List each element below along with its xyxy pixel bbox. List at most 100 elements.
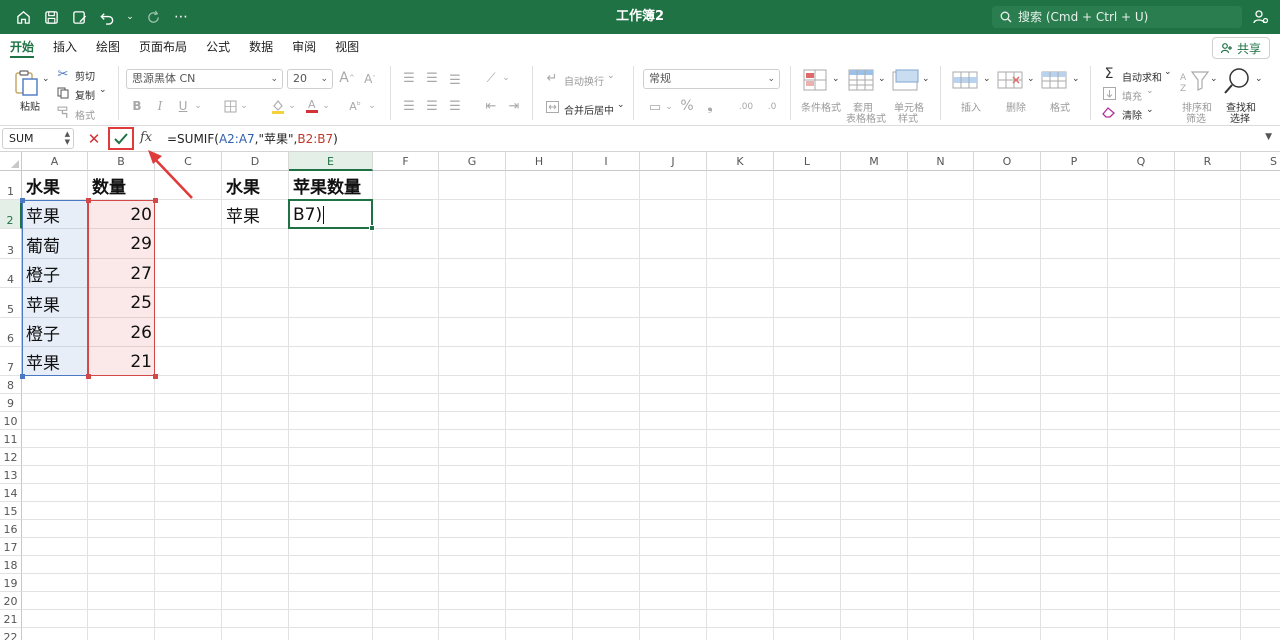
- underline-icon[interactable]: U: [176, 98, 190, 114]
- phonetic-icon[interactable]: Aᵇ: [346, 98, 364, 114]
- chevron-down-icon[interactable]: ⌄: [832, 74, 840, 84]
- delete-cells-label[interactable]: 删除: [1006, 99, 1026, 114]
- cell-b6[interactable]: 26: [88, 318, 155, 347]
- merge-center-label[interactable]: 合并后居中: [564, 102, 614, 117]
- fill-color-icon[interactable]: [270, 97, 286, 115]
- search-input[interactable]: [1018, 10, 1228, 24]
- orientation-icon[interactable]: ⟋: [483, 70, 499, 86]
- row-header[interactable]: 18: [0, 556, 22, 574]
- row-header[interactable]: 10: [0, 412, 22, 430]
- format-cells-icon[interactable]: [1041, 68, 1075, 98]
- cell-b7[interactable]: 21: [88, 347, 155, 376]
- wrap-text-label[interactable]: 自动换行: [564, 73, 604, 88]
- chevron-down-icon[interactable]: ⌄: [322, 98, 330, 114]
- row-header[interactable]: 17: [0, 538, 22, 556]
- find-select-icon[interactable]: [1222, 66, 1256, 96]
- column-header[interactable]: E: [289, 152, 373, 171]
- tab-home[interactable]: 开始: [10, 34, 35, 60]
- merge-center-icon[interactable]: [545, 100, 559, 114]
- row-header[interactable]: 9: [0, 394, 22, 412]
- save-icon[interactable]: [42, 8, 60, 26]
- chevron-down-icon[interactable]: ⌄: [240, 98, 248, 114]
- undo-icon[interactable]: [98, 8, 116, 26]
- increase-decimal-icon[interactable]: .00: [737, 99, 755, 115]
- chevron-down-icon[interactable]: ⌄: [1027, 74, 1035, 84]
- row-header[interactable]: 13: [0, 466, 22, 484]
- row-header[interactable]: 2: [0, 200, 22, 229]
- column-header[interactable]: F: [373, 152, 439, 171]
- share-button[interactable]: 共享: [1211, 37, 1270, 59]
- row-header[interactable]: 20: [0, 592, 22, 610]
- chevron-down-icon[interactable]: ⌄: [368, 98, 376, 114]
- align-top-icon[interactable]: ☰: [401, 71, 417, 86]
- borders-icon[interactable]: [222, 98, 238, 114]
- row-header[interactable]: 6: [0, 318, 22, 347]
- cell-e1[interactable]: 苹果数量: [289, 171, 373, 200]
- align-middle-icon[interactable]: ☰: [424, 71, 440, 86]
- find-select-label-2[interactable]: 选择: [1230, 110, 1250, 125]
- cell-d2[interactable]: 苹果: [222, 200, 289, 229]
- delete-cells-icon[interactable]: [997, 68, 1031, 98]
- cell-a1[interactable]: 水果: [22, 171, 88, 200]
- fill-icon[interactable]: [1102, 85, 1116, 101]
- name-box[interactable]: SUM ▲ ▼: [2, 128, 74, 149]
- font-name-select[interactable]: 思源黑体 CN ⌄: [126, 69, 283, 89]
- cell-a7[interactable]: 苹果: [22, 347, 88, 376]
- conditional-format-label[interactable]: 条件格式: [801, 99, 841, 114]
- tab-page-layout[interactable]: 页面布局: [139, 34, 187, 60]
- chevron-down-icon[interactable]: ⌄: [922, 74, 930, 84]
- select-all-corner[interactable]: [0, 152, 22, 171]
- chevron-down-icon[interactable]: ⌄: [1146, 105, 1154, 115]
- align-center-icon[interactable]: ☰: [424, 99, 440, 114]
- bold-icon[interactable]: B: [131, 98, 143, 114]
- search-box[interactable]: [992, 6, 1242, 28]
- account-icon[interactable]: [1252, 8, 1270, 26]
- row-header[interactable]: 14: [0, 484, 22, 502]
- format-as-table-label-2[interactable]: 表格格式: [846, 110, 886, 125]
- paste-dropdown-icon[interactable]: ⌄: [42, 74, 50, 84]
- column-header[interactable]: O: [974, 152, 1041, 171]
- format-painter-icon[interactable]: [56, 105, 70, 119]
- row-header[interactable]: 5: [0, 288, 22, 318]
- font-color-icon[interactable]: A: [305, 96, 319, 114]
- insert-function-icon[interactable]: fx: [140, 130, 152, 145]
- chevron-down-icon[interactable]: ⌄: [1210, 74, 1218, 84]
- row-header[interactable]: 3: [0, 229, 22, 259]
- align-right-icon[interactable]: ☰: [447, 99, 463, 114]
- font-size-select[interactable]: 20 ⌄: [287, 69, 333, 89]
- percent-icon[interactable]: %: [680, 98, 694, 114]
- cancel-entry-icon[interactable]: ✕: [86, 130, 102, 148]
- row-header[interactable]: 8: [0, 376, 22, 394]
- column-header[interactable]: A: [22, 152, 88, 171]
- chevron-down-icon[interactable]: ⌄: [665, 99, 673, 115]
- copy-label[interactable]: 复制: [75, 87, 95, 102]
- cell-b3[interactable]: 29: [88, 229, 155, 259]
- column-header[interactable]: H: [506, 152, 573, 171]
- increase-indent-icon[interactable]: ⇥: [506, 99, 522, 114]
- row-header[interactable]: 21: [0, 610, 22, 628]
- sort-filter-label-2[interactable]: 筛选: [1186, 110, 1206, 125]
- paste-label[interactable]: 粘贴: [20, 98, 40, 113]
- format-cells-label[interactable]: 格式: [1050, 99, 1070, 114]
- insert-cells-label[interactable]: 插入: [961, 99, 981, 114]
- column-header[interactable]: N: [908, 152, 974, 171]
- undo-dropdown-icon[interactable]: ⌄: [126, 8, 134, 26]
- align-left-icon[interactable]: ☰: [401, 99, 417, 114]
- cell-b5[interactable]: 25: [88, 288, 155, 318]
- copy-icon[interactable]: [56, 86, 70, 100]
- row-header[interactable]: 16: [0, 520, 22, 538]
- decrease-font-icon[interactable]: Aˇ: [362, 70, 378, 88]
- chevron-down-icon[interactable]: ⌄: [1072, 74, 1080, 84]
- row-header[interactable]: 11: [0, 430, 22, 448]
- worksheet-grid[interactable]: A B C D E F G H I J K L M N O P Q R S 1 2 3 4 5 6 7 8 9 10 11 12 13 14 15…: [0, 152, 1280, 640]
- row-header[interactable]: 22: [0, 628, 22, 640]
- row-header[interactable]: 1: [0, 171, 22, 200]
- tab-data[interactable]: 数据: [249, 34, 273, 60]
- tab-formulas[interactable]: 公式: [206, 34, 230, 60]
- row-header[interactable]: 12: [0, 448, 22, 466]
- column-header[interactable]: S: [1241, 152, 1280, 171]
- cut-icon[interactable]: ✂: [56, 67, 70, 82]
- column-header[interactable]: G: [439, 152, 506, 171]
- copy-dropdown-icon[interactable]: ⌄: [99, 85, 107, 95]
- column-header[interactable]: R: [1175, 152, 1241, 171]
